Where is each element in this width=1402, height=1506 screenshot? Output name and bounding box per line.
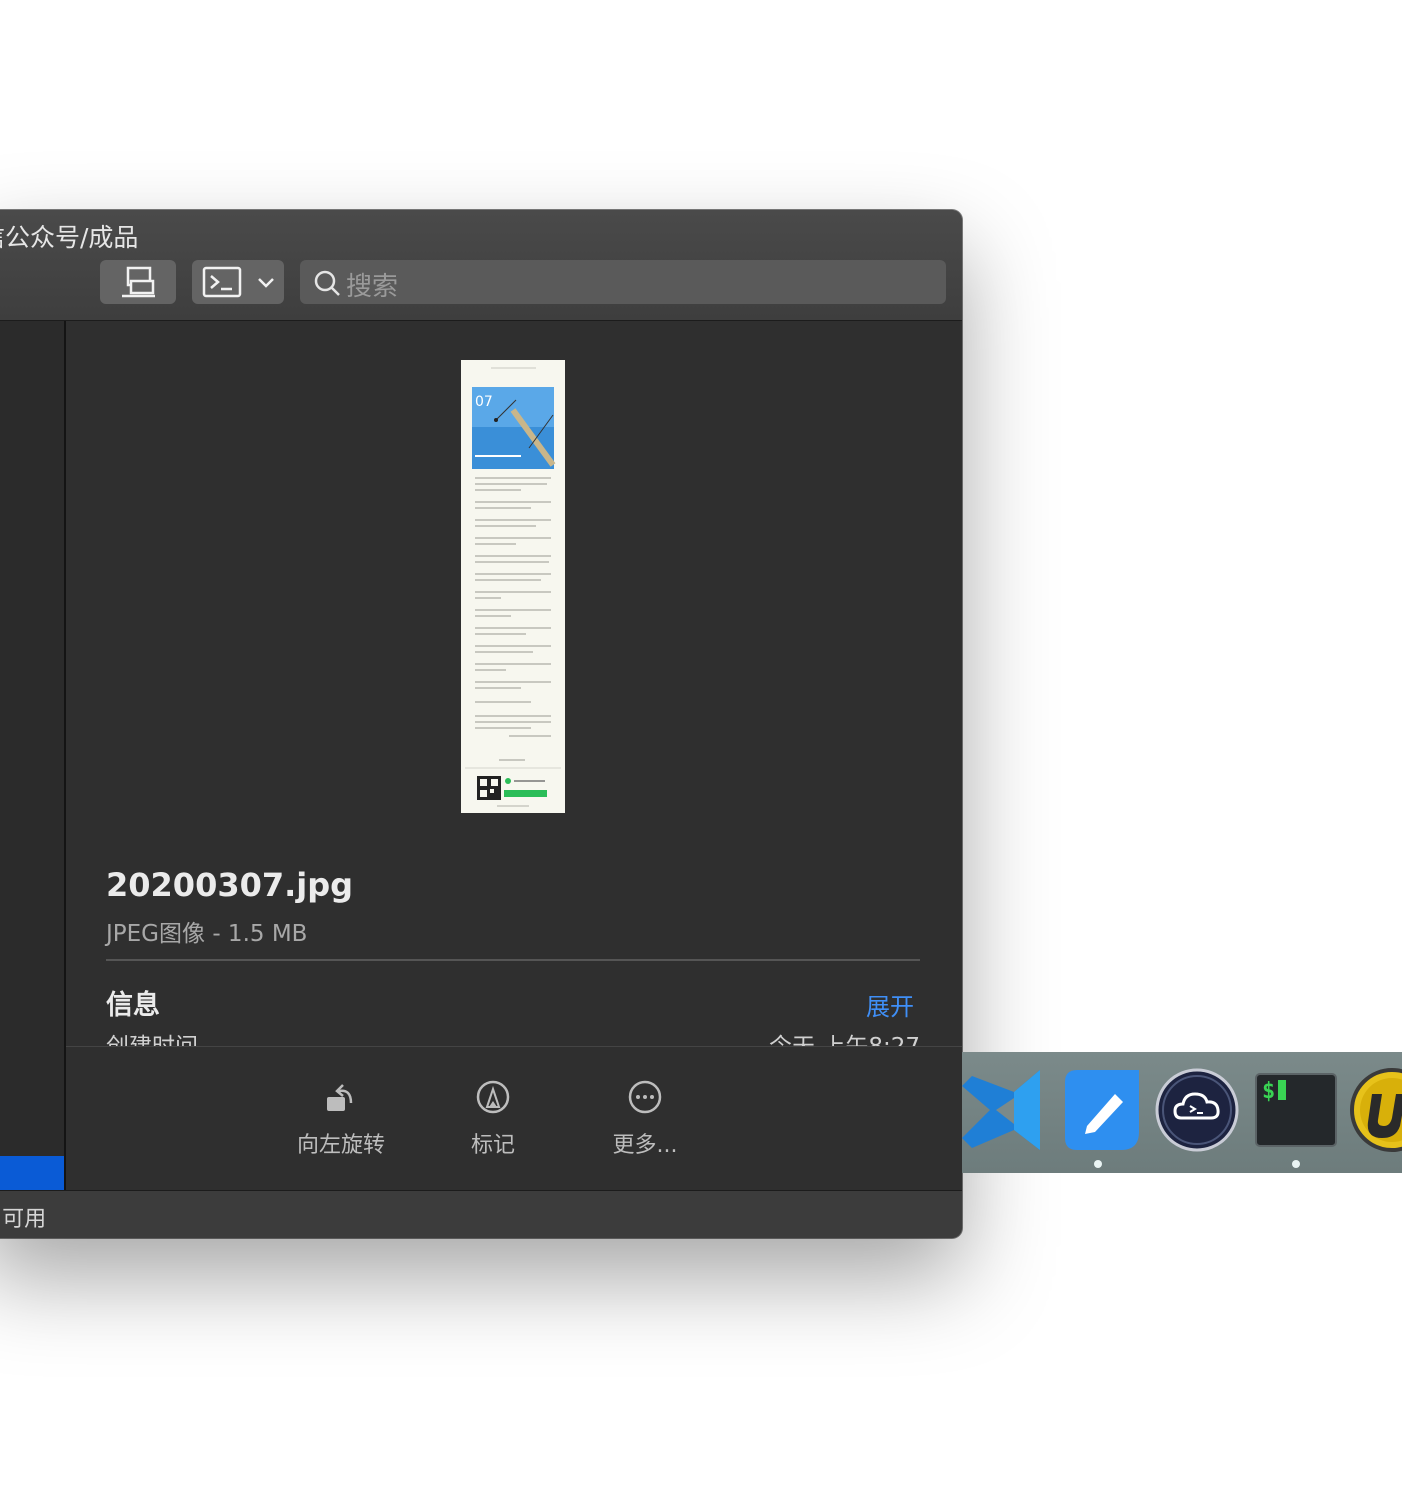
action-bar: 向左旋转 标记 更多... xyxy=(66,1046,962,1191)
divider xyxy=(106,959,920,961)
rotate-left-icon xyxy=(327,1084,353,1111)
ultraedit-icon[interactable] xyxy=(1350,1068,1402,1152)
expand-link[interactable]: 展开 xyxy=(866,987,914,1022)
file-name: 20200307.jpg xyxy=(106,866,354,904)
markup-icon xyxy=(476,1080,510,1114)
more-label: 更多... xyxy=(612,1133,678,1158)
more-icon xyxy=(628,1080,662,1114)
thumbnail-image: 07 xyxy=(461,360,565,813)
notes-icon[interactable] xyxy=(1057,1068,1141,1152)
preview-pane: 07 20200307.jpg JPEG图像 - 1.5 MB 信息 展开 创建… xyxy=(66,321,962,1191)
thumbnail-day: 07 xyxy=(475,394,493,410)
markup-button[interactable]: 标记 xyxy=(423,1077,563,1159)
created-value: 今天 上午8:27 xyxy=(769,1034,920,1047)
status-bar: B 可用 xyxy=(0,1190,962,1238)
more-button[interactable]: 更多... xyxy=(575,1077,715,1159)
info-heading: 信息 xyxy=(106,990,160,1021)
file-meta: JPEG图像 - 1.5 MB xyxy=(106,921,308,947)
cloud-terminal-icon[interactable] xyxy=(1155,1068,1239,1152)
sidebar-selected-item[interactable] xyxy=(0,1156,64,1190)
network-icon xyxy=(122,266,155,298)
created-row: 创建时间 今天 上午8:27 xyxy=(106,1027,920,1047)
search-placeholder: 搜索 xyxy=(346,272,399,302)
created-label: 创建时间 xyxy=(106,1034,198,1047)
sidebar[interactable] xyxy=(0,321,66,1190)
svg-text:$: $ xyxy=(1262,1079,1275,1104)
rotate-left-button[interactable]: 向左旋转 xyxy=(271,1077,411,1159)
search-icon xyxy=(314,270,340,296)
finder-window: 信公众号/成品 搜索 xyxy=(0,210,962,1238)
terminal-icon xyxy=(202,266,274,298)
window-title: 信公众号/成品 xyxy=(0,223,139,252)
disk-space-status: B 可用 xyxy=(0,1207,47,1232)
network-button[interactable] xyxy=(100,260,176,304)
markup-label: 标记 xyxy=(470,1133,515,1158)
vscode-icon[interactable] xyxy=(962,1068,1042,1152)
search-field[interactable]: 搜索 xyxy=(300,260,946,304)
title-bar: 信公众号/成品 搜索 xyxy=(0,210,962,321)
terminal-menu-button[interactable] xyxy=(192,260,284,304)
notes-running-indicator xyxy=(1094,1160,1102,1168)
dock: $ xyxy=(962,1052,1402,1173)
terminal-app-icon[interactable]: $ xyxy=(1254,1068,1338,1152)
terminal-running-indicator xyxy=(1292,1160,1300,1168)
rotate-left-label: 向左旋转 xyxy=(296,1133,385,1158)
file-thumbnail[interactable]: 07 xyxy=(461,360,565,813)
